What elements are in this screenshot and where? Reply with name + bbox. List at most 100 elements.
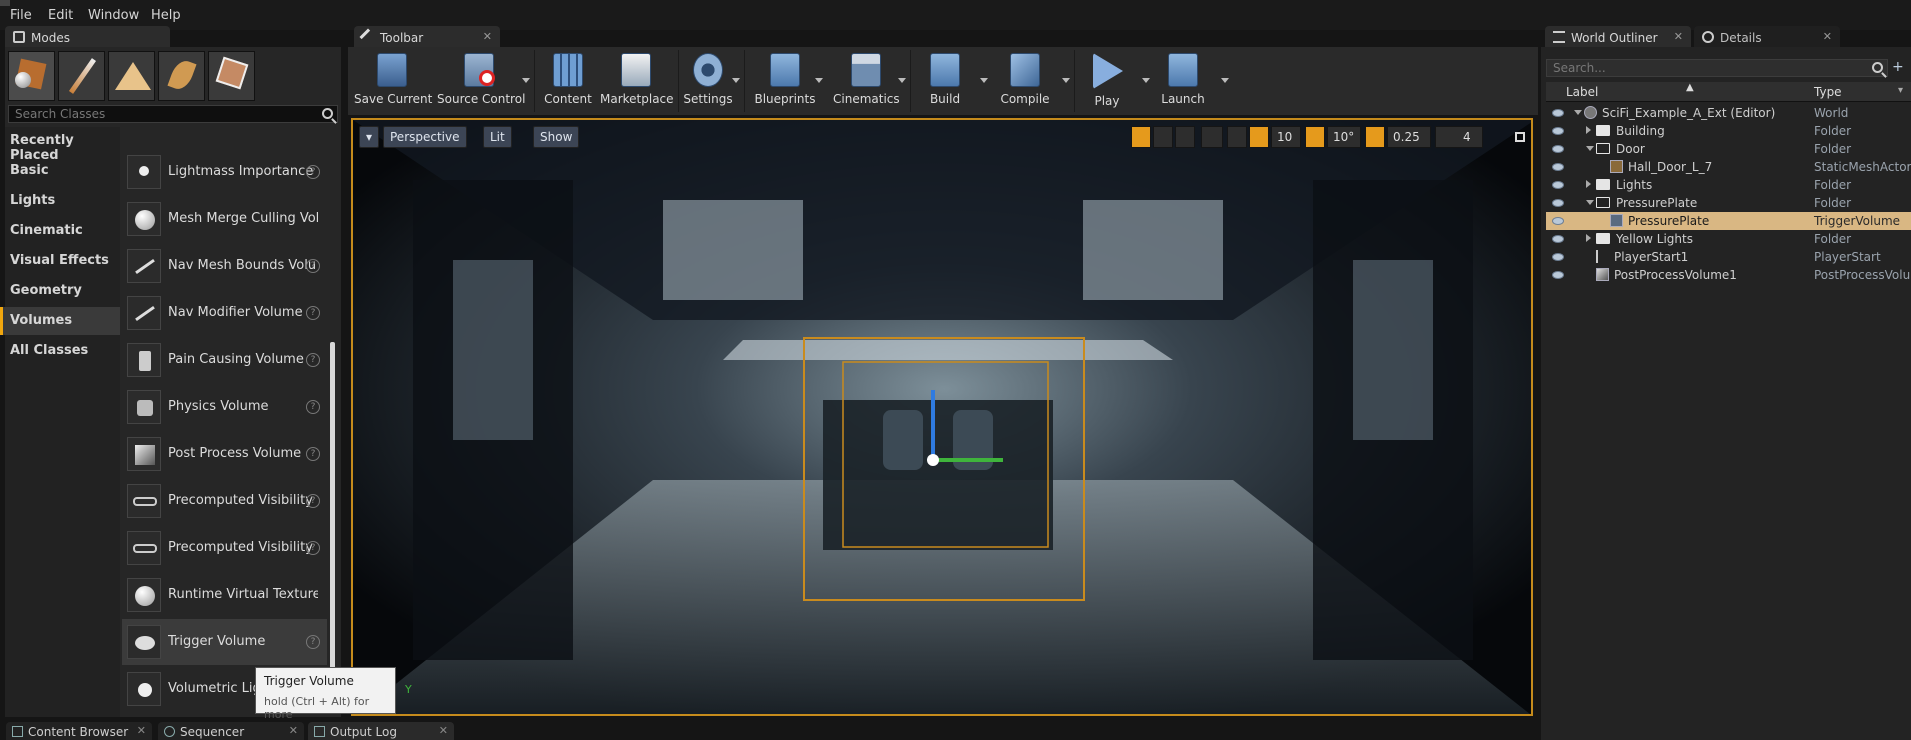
category-cinematic[interactable]: Cinematic (0, 217, 120, 245)
mode-foliage[interactable] (158, 51, 205, 101)
category-volumes[interactable]: Volumes (0, 307, 120, 335)
play-button[interactable]: Play (1085, 53, 1129, 111)
add-actor-icon[interactable]: + (1892, 59, 1908, 75)
scale-snap-value[interactable]: 0.25 (1387, 126, 1431, 148)
outliner-row-door[interactable]: Door Folder (1546, 140, 1911, 158)
close-icon[interactable]: ✕ (1674, 30, 1683, 43)
list-item[interactable]: Pain Causing Volume ? (122, 337, 327, 383)
marketplace-button[interactable]: Marketplace (600, 53, 674, 111)
show-button[interactable]: Show (533, 126, 580, 148)
outliner-row-yellow-lights[interactable]: Yellow Lights Folder (1546, 230, 1911, 248)
close-icon[interactable]: ✕ (1823, 30, 1832, 43)
save-current-button[interactable]: Save Current (354, 53, 432, 111)
play-dropdown-icon[interactable] (1142, 78, 1150, 83)
expand-arrow-icon[interactable] (1586, 234, 1591, 242)
list-item[interactable]: Precomputed Visibility ? (122, 478, 327, 524)
build-button[interactable]: Build (920, 53, 970, 111)
help-icon[interactable]: ? (306, 353, 320, 367)
viewport-options-button[interactable]: ▾ (359, 126, 379, 148)
visibility-eye-icon[interactable] (1552, 109, 1564, 117)
compile-button[interactable]: Compile (997, 53, 1053, 111)
close-icon[interactable]: ✕ (439, 724, 448, 737)
expand-arrow-icon[interactable] (1586, 126, 1591, 134)
column-label[interactable]: Label (1566, 85, 1598, 99)
lit-button[interactable]: Lit (483, 126, 512, 148)
expand-arrow-icon[interactable] (1586, 200, 1594, 205)
scale-snap-icon[interactable] (1365, 126, 1385, 148)
list-item[interactable]: Mesh Merge Culling Volum (122, 196, 327, 242)
category-visual-effects[interactable]: Visual Effects (0, 247, 120, 275)
outliner-row-hall-door[interactable]: Hall_Door_L_7 StaticMeshActor (1546, 158, 1911, 176)
settings-button[interactable]: Settings (682, 53, 734, 111)
outliner-row-pressureplate-folder[interactable]: PressurePlate Folder (1546, 194, 1911, 212)
level-viewport[interactable]: ▾ Perspective Lit Show 10 10° 0.25 4 Y (351, 118, 1533, 716)
help-icon[interactable]: ? (306, 447, 320, 461)
visibility-eye-icon[interactable] (1552, 271, 1564, 279)
mode-landscape[interactable] (108, 51, 155, 101)
visibility-eye-icon[interactable] (1552, 217, 1564, 225)
help-icon[interactable]: ? (306, 635, 320, 649)
menu-help[interactable]: Help (151, 8, 181, 23)
category-all-classes[interactable]: All Classes (0, 337, 120, 365)
expand-arrow-icon[interactable] (1574, 110, 1582, 115)
help-icon[interactable]: ? (306, 541, 320, 555)
close-icon[interactable]: ✕ (483, 30, 492, 43)
maximize-viewport-icon[interactable] (1515, 132, 1525, 142)
camera-speed-button[interactable]: 4 (1435, 126, 1483, 148)
blueprints-dropdown-icon[interactable] (815, 78, 823, 83)
column-options-icon[interactable]: ▾ (1898, 85, 1903, 96)
visibility-eye-icon[interactable] (1552, 181, 1564, 189)
outliner-row-playerstart[interactable]: PlayerStart1 PlayerStart (1546, 248, 1911, 266)
list-item[interactable]: Runtime Virtual Texture Vo (122, 572, 327, 618)
help-icon[interactable]: ? (306, 494, 320, 508)
list-item[interactable]: Nav Mesh Bounds Volu ? (122, 243, 327, 289)
outliner-row-world[interactable]: SciFi_Example_A_Ext (Editor) World (1546, 104, 1911, 122)
close-icon[interactable]: ✕ (137, 724, 146, 737)
menu-file[interactable]: File (10, 8, 32, 23)
outliner-row-lights[interactable]: Lights Folder (1546, 176, 1911, 194)
launch-dropdown-icon[interactable] (1221, 78, 1229, 83)
mode-geometry-edit[interactable] (208, 51, 255, 101)
column-type[interactable]: Type (1814, 85, 1842, 99)
rotation-snap-value[interactable]: 10° (1327, 126, 1361, 148)
tab-content-browser[interactable]: Content Browser ✕ (6, 722, 152, 740)
category-lights[interactable]: Lights (0, 187, 120, 215)
help-icon[interactable]: ? (306, 306, 320, 320)
list-item[interactable]: Lightmass Importance ? (122, 149, 327, 195)
help-icon[interactable]: ? (306, 259, 320, 273)
category-geometry[interactable]: Geometry (0, 277, 120, 305)
visibility-eye-icon[interactable] (1552, 253, 1564, 261)
cinematics-button[interactable]: Cinematics (833, 53, 900, 111)
search-classes-input[interactable]: Search Classes (8, 105, 338, 123)
scale-tool-icon[interactable] (1175, 126, 1195, 148)
tab-details[interactable]: Details ✕ (1694, 26, 1840, 48)
compile-dropdown-icon[interactable] (1062, 78, 1070, 83)
content-button[interactable]: Content (542, 53, 594, 111)
outliner-row-postprocess[interactable]: PostProcessVolume1 PostProcessVolum (1546, 266, 1911, 284)
list-item[interactable]: Nav Modifier Volume ? (122, 290, 327, 336)
visibility-eye-icon[interactable] (1552, 127, 1564, 135)
visibility-eye-icon[interactable] (1552, 145, 1564, 153)
grid-snap-icon[interactable] (1249, 126, 1269, 148)
menu-window[interactable]: Window (88, 8, 139, 23)
surface-snap-icon[interactable] (1227, 126, 1247, 148)
visibility-eye-icon[interactable] (1552, 235, 1564, 243)
grid-snap-value[interactable]: 10 (1271, 126, 1301, 148)
source-control-button[interactable]: Source Control (437, 53, 525, 111)
settings-dropdown-icon[interactable] (732, 78, 740, 83)
category-basic[interactable]: Basic (0, 157, 120, 185)
outliner-row-pressureplate-trigger[interactable]: PressurePlate TriggerVolume (1546, 212, 1911, 230)
tab-modes[interactable]: Modes (5, 26, 170, 48)
expand-arrow-icon[interactable] (1586, 146, 1594, 151)
tab-toolbar[interactable]: Toolbar ✕ (354, 26, 500, 48)
list-item[interactable]: Physics Volume ? (122, 384, 327, 430)
perspective-button[interactable]: Perspective (383, 126, 467, 148)
volume-list-scrollbar[interactable] (330, 342, 335, 672)
outliner-search-input[interactable]: Search... (1546, 59, 1888, 77)
list-item[interactable]: Post Process Volume ? (122, 431, 327, 477)
rotate-tool-icon[interactable] (1153, 126, 1173, 148)
world-local-icon[interactable] (1201, 126, 1223, 148)
category-recently-placed[interactable]: Recently Placed (0, 127, 120, 163)
rotation-snap-icon[interactable] (1305, 126, 1325, 148)
cinematics-dropdown-icon[interactable] (898, 78, 906, 83)
